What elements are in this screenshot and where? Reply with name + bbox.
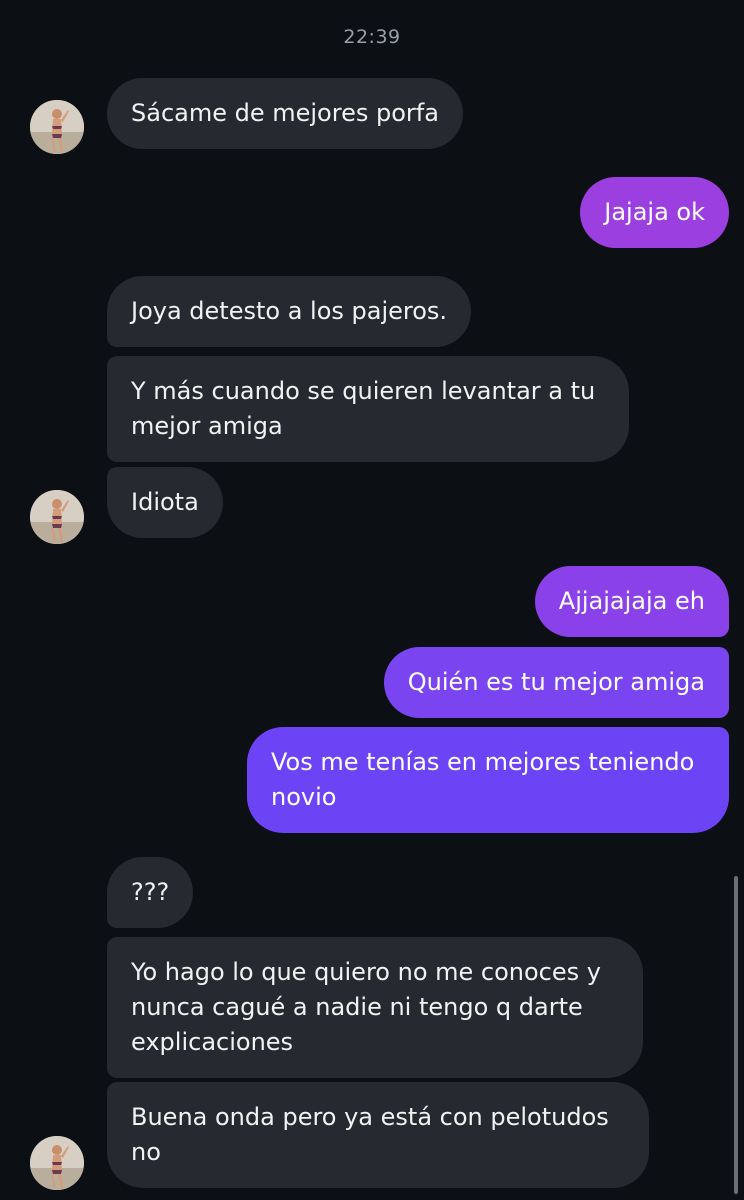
message-text: Ajjajajaja eh: [558, 587, 705, 615]
incoming-message[interactable]: Buena onda pero ya está con pelotudos no: [107, 1082, 649, 1188]
avatar-photo-icon: [30, 1136, 84, 1190]
avatar-photo-icon: [30, 100, 84, 154]
message-text-line: Vos me tenías en mejores teniendo: [271, 748, 695, 776]
contact-avatar[interactable]: [30, 490, 84, 544]
message-text-line: Buena onda pero ya está con pelotudos: [131, 1103, 609, 1131]
contact-avatar[interactable]: [30, 1136, 84, 1190]
message-text-line: no: [131, 1138, 161, 1166]
message-text-line: Y más cuando se quieren levantar a tu: [131, 377, 596, 405]
message-text: Sácame de mejores porfa: [131, 99, 439, 127]
message-text-line: explicaciones: [131, 1028, 294, 1056]
outgoing-message[interactable]: Ajjajajaja eh: [534, 566, 729, 637]
message-text-line: mejor amiga: [131, 412, 283, 440]
outgoing-message[interactable]: Quién es tu mejor amiga: [383, 647, 729, 718]
message-text-line: Yo hago lo que quiero no me conoces y: [131, 958, 601, 986]
message-text-line: nunca cagué a nadie ni tengo q darte: [131, 993, 583, 1021]
contact-avatar[interactable]: [30, 100, 84, 154]
chat-thread[interactable]: 22:39 Sácame de mejores porfa Jajaja ok …: [0, 0, 744, 1200]
incoming-message[interactable]: ???: [107, 857, 194, 928]
message-timestamp: 22:39: [343, 26, 401, 48]
outgoing-message[interactable]: Jajaja ok: [580, 177, 729, 248]
incoming-message[interactable]: Sácame de mejores porfa: [107, 78, 463, 149]
message-text: ???: [131, 878, 170, 906]
incoming-message[interactable]: Idiota: [107, 467, 223, 538]
outgoing-message[interactable]: Vos me tenías en mejores teniendo novio: [247, 727, 729, 833]
message-text: Jajaja ok: [604, 198, 705, 226]
chat-scrollbar[interactable]: [734, 876, 738, 1194]
incoming-message[interactable]: Joya detesto a los pajeros.: [107, 276, 472, 347]
message-text: Quién es tu mejor amiga: [407, 668, 705, 696]
avatar-photo-icon: [30, 490, 84, 544]
message-text: Idiota: [131, 488, 199, 516]
incoming-message[interactable]: Y más cuando se quieren levantar a tu me…: [107, 356, 629, 462]
message-text: Joya detesto a los pajeros.: [131, 297, 448, 325]
incoming-message[interactable]: Yo hago lo que quiero no me conoces y nu…: [107, 937, 643, 1078]
message-text-line: novio: [271, 783, 337, 811]
